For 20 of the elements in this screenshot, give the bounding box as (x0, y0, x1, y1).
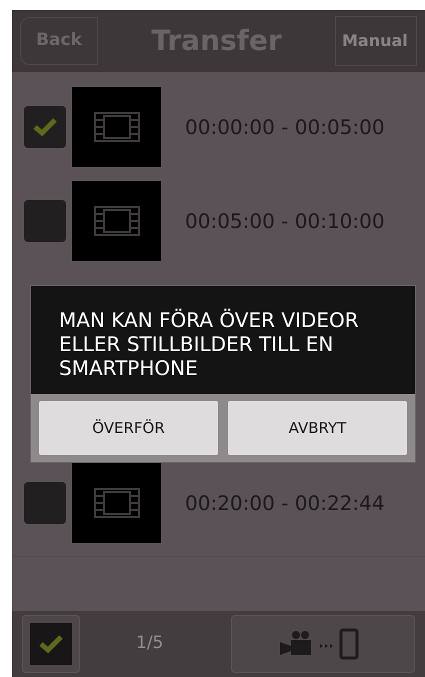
checkmark-icon (38, 634, 64, 654)
dialog-button[interactable]: AVBRYT (228, 401, 407, 455)
time-range: 00:05:00 - 00:10:00 (185, 208, 385, 235)
checkbox[interactable] (24, 106, 66, 148)
time-range: 00:00:00 - 00:05:00 (185, 114, 385, 141)
film-icon (94, 488, 140, 518)
video-thumbnail[interactable] (72, 87, 161, 167)
video-thumbnail[interactable] (72, 181, 161, 261)
page-counter: 1/5 (136, 632, 164, 656)
select-all-checkbox[interactable] (22, 615, 80, 673)
checkbox[interactable] (24, 482, 66, 524)
video-thumbnail[interactable] (72, 463, 161, 543)
time-range: 00:20:00 - 00:22:44 (185, 490, 385, 517)
film-icon (94, 206, 140, 236)
transfer-button[interactable] (231, 615, 415, 673)
dialog-message: MAN KAN FÖRA ÖVER VIDEOR ELLER STILLBILDER TILL EN SMARTPHONE (58, 307, 360, 382)
checkbox[interactable] (24, 200, 66, 242)
film-icon (94, 112, 140, 142)
checkmark-icon (32, 117, 58, 137)
dialog-button[interactable]: ÖVERFÖR (39, 401, 218, 455)
